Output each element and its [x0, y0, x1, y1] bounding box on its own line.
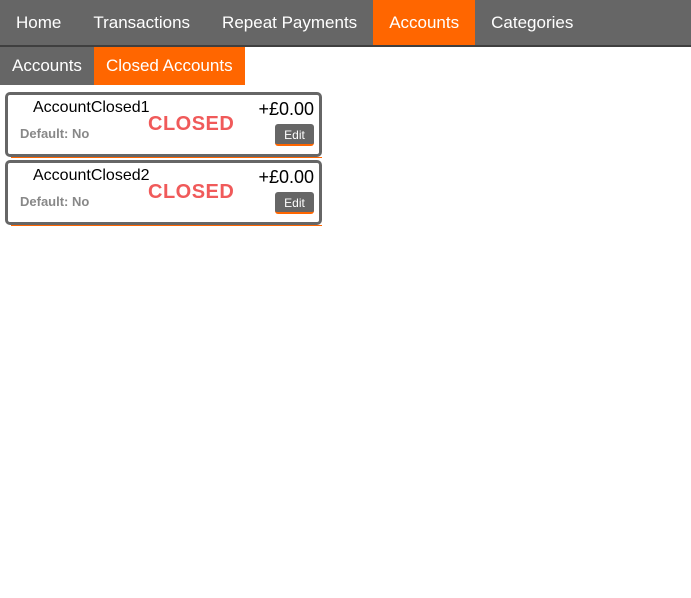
closed-status-label: CLOSED: [148, 181, 235, 203]
account-default-status: Default: No: [20, 126, 90, 141]
account-default-status: Default: No: [20, 194, 90, 209]
account-name: AccountClosed1: [33, 99, 150, 116]
account-name: AccountClosed2: [33, 167, 150, 184]
subnav-item-closed-accounts[interactable]: Closed Accounts: [93, 47, 245, 85]
account-balance: +£0.00: [258, 167, 314, 187]
nav-item-transactions[interactable]: Transactions: [77, 0, 206, 45]
top-navigation-bar: Home Transactions Repeat Payments Accoun…: [0, 0, 691, 47]
accounts-sub-navigation: Accounts Closed Accounts: [0, 47, 245, 85]
account-card: AccountClosed1 Default: No CLOSED +£0.00…: [5, 92, 322, 158]
closed-status-label: CLOSED: [148, 113, 235, 135]
account-balance: +£0.00: [258, 99, 314, 119]
nav-item-home[interactable]: Home: [0, 0, 77, 45]
nav-item-repeat-payments[interactable]: Repeat Payments: [206, 0, 373, 45]
account-card: AccountClosed2 Default: No CLOSED +£0.00…: [5, 160, 322, 226]
nav-item-accounts[interactable]: Accounts: [373, 0, 476, 45]
subnav-item-accounts[interactable]: Accounts: [0, 47, 94, 85]
edit-account-button[interactable]: Edit: [275, 124, 314, 146]
nav-item-categories[interactable]: Categories: [475, 0, 589, 45]
edit-account-button[interactable]: Edit: [275, 192, 314, 214]
